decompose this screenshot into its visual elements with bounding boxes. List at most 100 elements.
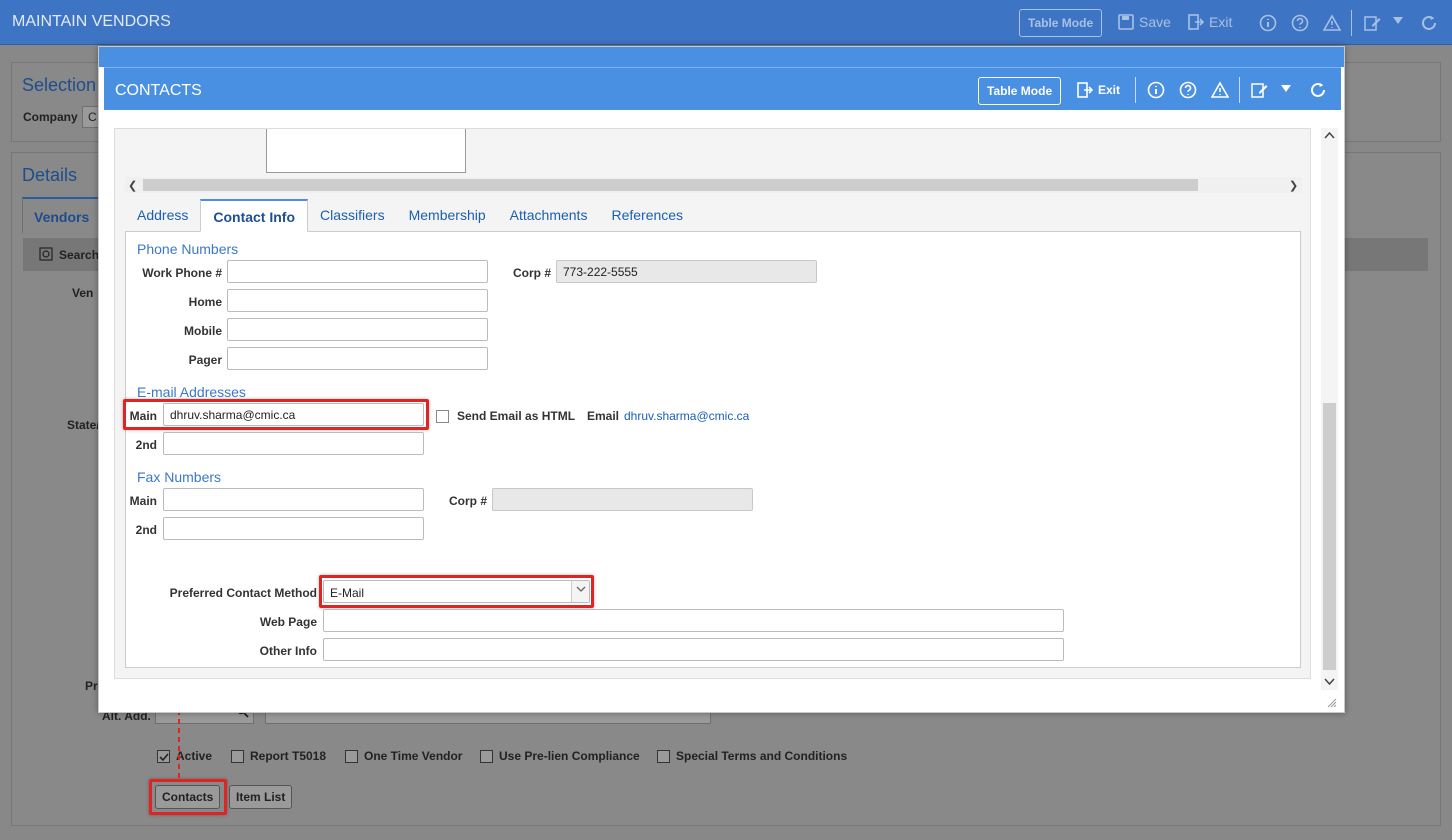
fax-corp-label: Corp # [448,494,487,508]
special-terms-checkbox[interactable]: Special Terms and Conditions [657,749,847,763]
send-html-label: Send Email as HTML [457,409,576,423]
main-help-icon[interactable] [1291,14,1309,32]
home-phone-input[interactable] [227,289,488,312]
contacts-button[interactable]: Contacts [155,785,221,809]
report-t5018-checkbox[interactable]: Report T5018 [231,749,326,763]
dialog-help-icon[interactable] [1179,81,1197,99]
save-icon [1118,14,1134,30]
scroll-up-icon[interactable] [1324,130,1335,144]
exit-icon [1077,82,1093,98]
selection-title: Selection [22,75,97,95]
dialog-top-strip [99,47,1344,67]
one-time-vendor-label: One Time Vendor [364,749,463,763]
email-second-input[interactable] [163,432,424,455]
main-warning-icon[interactable] [1323,14,1341,32]
vendor-partial-label: Ven [72,286,94,300]
chevron-down-icon[interactable] [571,581,589,602]
checkbox-box [657,749,670,763]
state-partial-label: State/ [67,418,100,432]
dialog-table-mode-button[interactable]: Table Mode [978,77,1062,105]
other-info-input[interactable] [323,638,1064,661]
main-table-mode-button[interactable]: Table Mode [1019,9,1103,37]
special-terms-label: Special Terms and Conditions [676,749,848,763]
horizontal-scrollbar[interactable]: ❮ ❯ [125,177,1302,193]
other-info-label: Other Info [259,644,317,658]
vendors-tab-label: Vendors [34,209,90,225]
scroll-left-icon[interactable]: ❮ [128,179,137,192]
company-label: Company [23,110,78,124]
report-t5018-label: Report T5018 [250,749,327,763]
email-display-label: Email [587,409,620,423]
dialog-exit-label: Exit [1098,83,1121,97]
pre-lien-label: Use Pre-lien Compliance [499,749,640,763]
dialog-exit-button[interactable]: Exit [1077,82,1120,98]
scrollbar-thumb[interactable] [143,179,1198,191]
one-time-vendor-checkbox[interactable]: One Time Vendor [345,749,462,763]
main-dropdown-icon[interactable] [1393,17,1403,25]
contact-info-panel: Phone Numbers Work Phone # Home Mobile P… [123,232,1301,668]
tab-classifiers[interactable]: Classifiers [308,199,397,232]
tab-attachments[interactable]: Attachments [498,199,600,232]
dialog-header: CONTACTS Table Mode Exit [104,67,1341,110]
details-title: Details [22,165,78,185]
mobile-phone-label: Mobile [184,324,222,338]
work-phone-label: Work Phone # [142,266,222,280]
pager-label: Pager [188,353,222,367]
dialog-edit-icon[interactable] [1251,81,1269,99]
email-link[interactable]: dhruv.sharma@cmic.ca [624,409,749,423]
main-exit-button[interactable]: Exit [1188,14,1232,30]
scroll-right-icon[interactable]: ❯ [1289,179,1298,192]
scroll-down-icon[interactable] [1324,676,1335,690]
contact-tabs: Address Contact Info Classifiers Members… [125,199,1301,232]
main-info-icon[interactable] [1259,14,1277,32]
fax-main-input[interactable] [163,488,424,511]
tab-references[interactable]: References [599,199,695,232]
work-phone-input[interactable] [227,260,488,283]
phone-corp-input: 773-222-5555 [556,260,817,283]
toolbar-divider [1239,77,1240,103]
search-icon[interactable] [39,247,53,264]
main-save-button[interactable]: Save [1118,14,1171,30]
send-html-checkbox[interactable]: Send Email as HTML [436,409,575,423]
dialog-info-icon[interactable] [1147,81,1165,99]
fax-section-title: Fax Numbers [137,469,222,485]
phone-section-title: Phone Numbers [137,241,239,257]
tab-address[interactable]: Address [125,199,200,232]
main-edit-icon[interactable] [1364,14,1382,32]
mobile-phone-input[interactable] [227,318,488,341]
pre-lien-checkbox[interactable]: Use Pre-lien Compliance [480,749,640,763]
tab-membership[interactable]: Membership [397,199,498,232]
vendors-tab[interactable]: Vendors [22,197,102,233]
item-list-button[interactable]: Item List [229,785,293,809]
preferred-method-value: E-Mail [330,586,365,600]
email-section-title: E-mail Addresses [137,384,246,400]
main-toolbar: MAINTAIN VENDORS Table Mode Save Exit [0,0,1452,45]
toolbar-divider [1135,77,1136,103]
home-phone-label: Home [188,295,222,309]
vertical-scrollbar-thumb[interactable] [1323,403,1336,670]
save-label: Save [1139,14,1171,30]
preferred-method-label: Preferred Contact Method [169,586,317,600]
email-main-input[interactable]: dhruv.sharma@cmic.ca [163,403,424,426]
checkbox-box [436,409,449,423]
web-page-input[interactable] [323,609,1064,632]
dialog-refresh-icon[interactable] [1309,81,1327,99]
tab-contact-info[interactable]: Contact Info [200,199,309,232]
pager-input[interactable] [227,347,488,370]
resize-grip-icon[interactable] [1327,697,1337,711]
fax-main-label: Main [129,494,157,508]
dialog-warning-icon[interactable] [1211,81,1229,99]
pr-partial-label: Pr [85,679,98,693]
vertical-scrollbar[interactable] [1321,128,1338,690]
fax-second-input[interactable] [163,517,424,540]
search-label: Search [59,248,100,262]
checkbox-box [345,749,358,763]
fax-corp-input [492,488,753,511]
dialog-dropdown-icon[interactable] [1281,85,1291,93]
preferred-method-select[interactable]: E-Mail [323,580,590,603]
phone-corp-label: Corp # [512,266,551,280]
dialog-title: CONTACTS [115,82,202,99]
email-second-label: 2nd [135,438,157,452]
main-refresh-icon[interactable] [1420,14,1438,32]
contacts-dialog: CONTACTS Table Mode Exit ❮ ❯ Address Con… [98,46,1345,713]
